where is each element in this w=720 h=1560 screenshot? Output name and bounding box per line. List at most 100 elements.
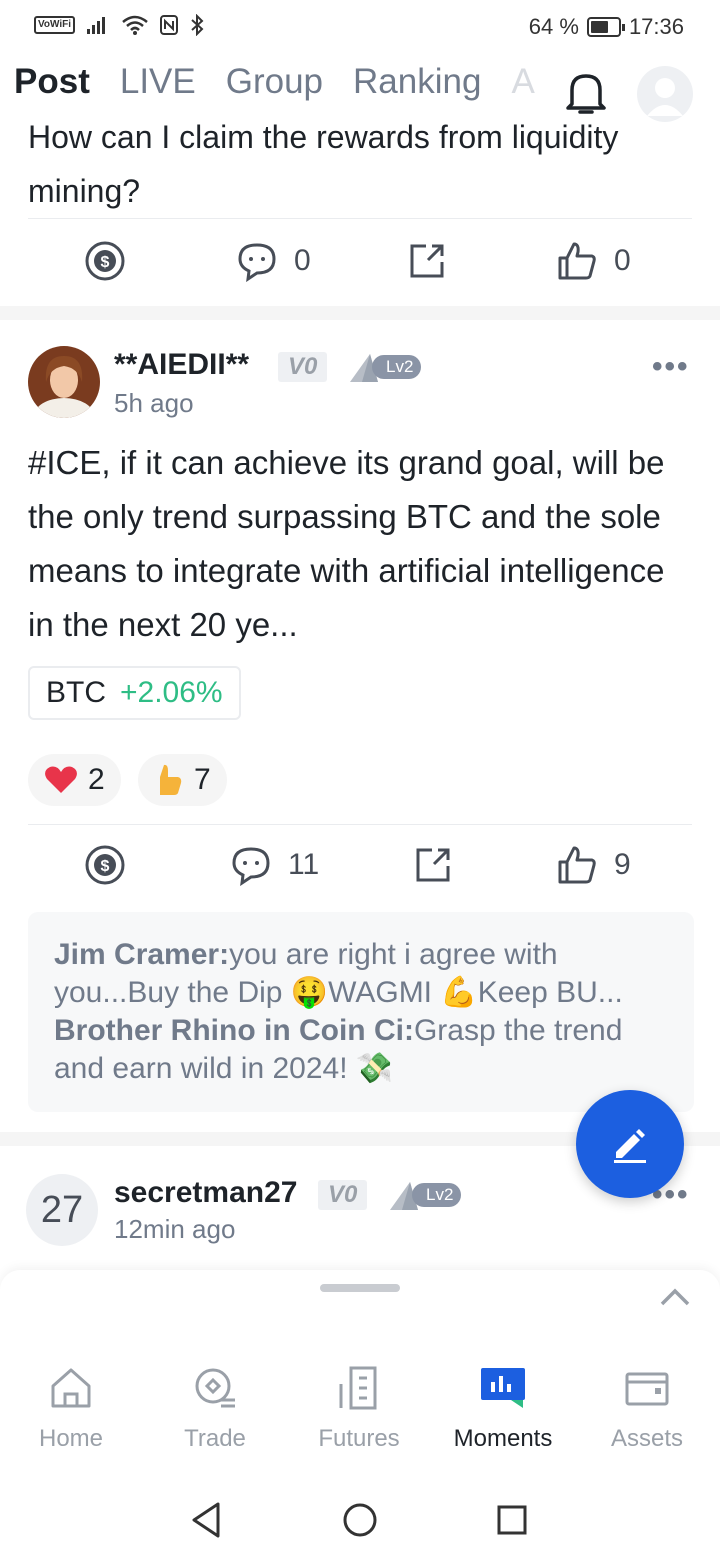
- comment-icon: [238, 243, 276, 282]
- nav-assets-label: Assets: [610, 1425, 684, 1452]
- top-tabs: Post LIVE Group Ranking A: [14, 62, 535, 102]
- nav-home[interactable]: Home: [11, 1364, 131, 1453]
- comment-count: 11: [288, 848, 320, 881]
- like-button[interactable]: 0: [556, 240, 631, 282]
- vip-badge: V0: [318, 1180, 368, 1210]
- tip-button[interactable]: $: [84, 240, 126, 282]
- nav-trade[interactable]: Trade: [155, 1364, 275, 1453]
- share-icon: [416, 848, 450, 882]
- tab-ranking[interactable]: Ranking: [353, 62, 481, 102]
- back-icon[interactable]: [188, 1500, 224, 1540]
- trade-icon: [195, 1368, 235, 1408]
- top-nav: Post LIVE Group Ranking A: [0, 52, 720, 124]
- drag-handle[interactable]: [320, 1284, 400, 1292]
- user-icon: [647, 78, 683, 116]
- post-body[interactable]: #ICE, if it can achieve its grand goal, …: [28, 436, 698, 652]
- comment-count: 0: [294, 244, 311, 277]
- svg-text:$: $: [101, 254, 110, 271]
- clock: 17:36: [628, 14, 684, 39]
- bell-icon[interactable]: [562, 68, 610, 118]
- status-bar: VoWiFi 64 % 17:36: [0, 0, 720, 52]
- prev-post-title[interactable]: How can I claim the rewards from liquidi…: [28, 124, 688, 218]
- profile-avatar[interactable]: [637, 66, 693, 122]
- reaction-thumbs[interactable]: 7: [138, 754, 227, 806]
- coin-icon: $: [85, 241, 125, 281]
- battery-icon: [586, 17, 625, 37]
- share-button[interactable]: [406, 240, 448, 282]
- prev-post-actions: $ 0 0: [0, 230, 720, 290]
- tab-group[interactable]: Group: [226, 62, 323, 102]
- chevron-up-icon[interactable]: [658, 1286, 692, 1308]
- user-avatar[interactable]: 27: [26, 1174, 98, 1246]
- nav-home-label: Home: [38, 1425, 104, 1452]
- futures-icon: [339, 1366, 377, 1410]
- level-label: Lv2: [372, 355, 422, 379]
- nfc-icon: [160, 15, 179, 35]
- thumbs-count: 7: [194, 763, 211, 796]
- wallet-icon: [625, 1372, 669, 1406]
- level-label: Lv2: [412, 1183, 462, 1207]
- share-icon: [410, 244, 444, 278]
- post-separator: [0, 306, 720, 320]
- nav-futures-label: Futures: [318, 1425, 400, 1452]
- ticker-change: +2.06%: [120, 676, 223, 709]
- create-post-button[interactable]: [576, 1090, 684, 1198]
- like-count: 0: [614, 244, 631, 277]
- nav-moments-label: Moments: [453, 1425, 553, 1452]
- bluetooth-icon: [191, 14, 204, 36]
- wifi-icon: [122, 15, 148, 35]
- thumbs-up-icon: [558, 242, 596, 280]
- share-button[interactable]: [412, 844, 454, 886]
- level-badge: Lv2: [348, 352, 422, 382]
- thumbs-up-icon: [558, 846, 596, 884]
- status-left: VoWiFi: [34, 14, 205, 36]
- divider: [28, 824, 692, 825]
- pencil-icon: [614, 1129, 646, 1163]
- moments-icon: [481, 1368, 525, 1408]
- nav-futures[interactable]: Futures: [299, 1364, 419, 1453]
- level-badge: Lv2: [388, 1180, 462, 1210]
- status-right: 64 % 17:36: [529, 14, 684, 40]
- comment-button[interactable]: 0: [236, 240, 311, 282]
- coin-icon: $: [85, 845, 125, 885]
- battery-fill: [590, 21, 608, 33]
- like-count: 9: [614, 848, 631, 881]
- heart-icon: [45, 766, 77, 793]
- heart-count: 2: [88, 763, 105, 796]
- tip-button[interactable]: $: [84, 844, 126, 886]
- commenter-name: Jim Cramer:: [54, 938, 230, 971]
- like-button[interactable]: 9: [556, 844, 631, 886]
- user-avatar[interactable]: [28, 346, 100, 418]
- tab-live[interactable]: LIVE: [120, 62, 196, 102]
- comment-button[interactable]: 11: [230, 844, 319, 886]
- home-circle-icon[interactable]: [342, 1502, 378, 1538]
- nav-assets[interactable]: Assets: [587, 1364, 707, 1453]
- avatar-portrait: [28, 346, 100, 418]
- comment-icon: [232, 847, 270, 886]
- nav-moments[interactable]: Moments: [443, 1364, 563, 1453]
- ticker-chip[interactable]: BTC +2.06%: [28, 666, 241, 720]
- vip-badge: V0: [278, 352, 328, 382]
- system-nav: [0, 1480, 720, 1560]
- top-comments[interactable]: Jim Cramer:you are right i agree with yo…: [28, 912, 694, 1112]
- divider: [28, 218, 692, 219]
- reaction-heart[interactable]: 2: [28, 754, 121, 806]
- bottom-nav: Home Trade Futures Moments Assets: [0, 1270, 720, 1480]
- commenter-name: Brother Rhino in Coin Ci:: [54, 1014, 414, 1047]
- tab-post[interactable]: Post: [14, 62, 90, 102]
- post-actions: $ 11 9: [0, 834, 720, 894]
- home-icon: [51, 1368, 91, 1408]
- post-time: 12min ago: [114, 1214, 236, 1244]
- svg-text:$: $: [101, 858, 110, 875]
- post-username[interactable]: **AIEDII**: [114, 348, 249, 382]
- post-time: 5h ago: [114, 388, 194, 418]
- tab-more[interactable]: A: [511, 62, 534, 102]
- ticker-symbol: BTC: [46, 676, 106, 709]
- comment-item: Jim Cramer:you are right i agree with yo…: [54, 936, 668, 1012]
- nav-trade-label: Trade: [184, 1425, 246, 1452]
- post-username[interactable]: secretman27: [114, 1176, 297, 1210]
- more-icon[interactable]: •••: [652, 350, 690, 384]
- recents-icon[interactable]: [496, 1504, 528, 1536]
- thumbs-up-emoji-icon: [160, 764, 182, 795]
- comment-item: Brother Rhino in Coin Ci:Grasp the trend…: [54, 1012, 668, 1088]
